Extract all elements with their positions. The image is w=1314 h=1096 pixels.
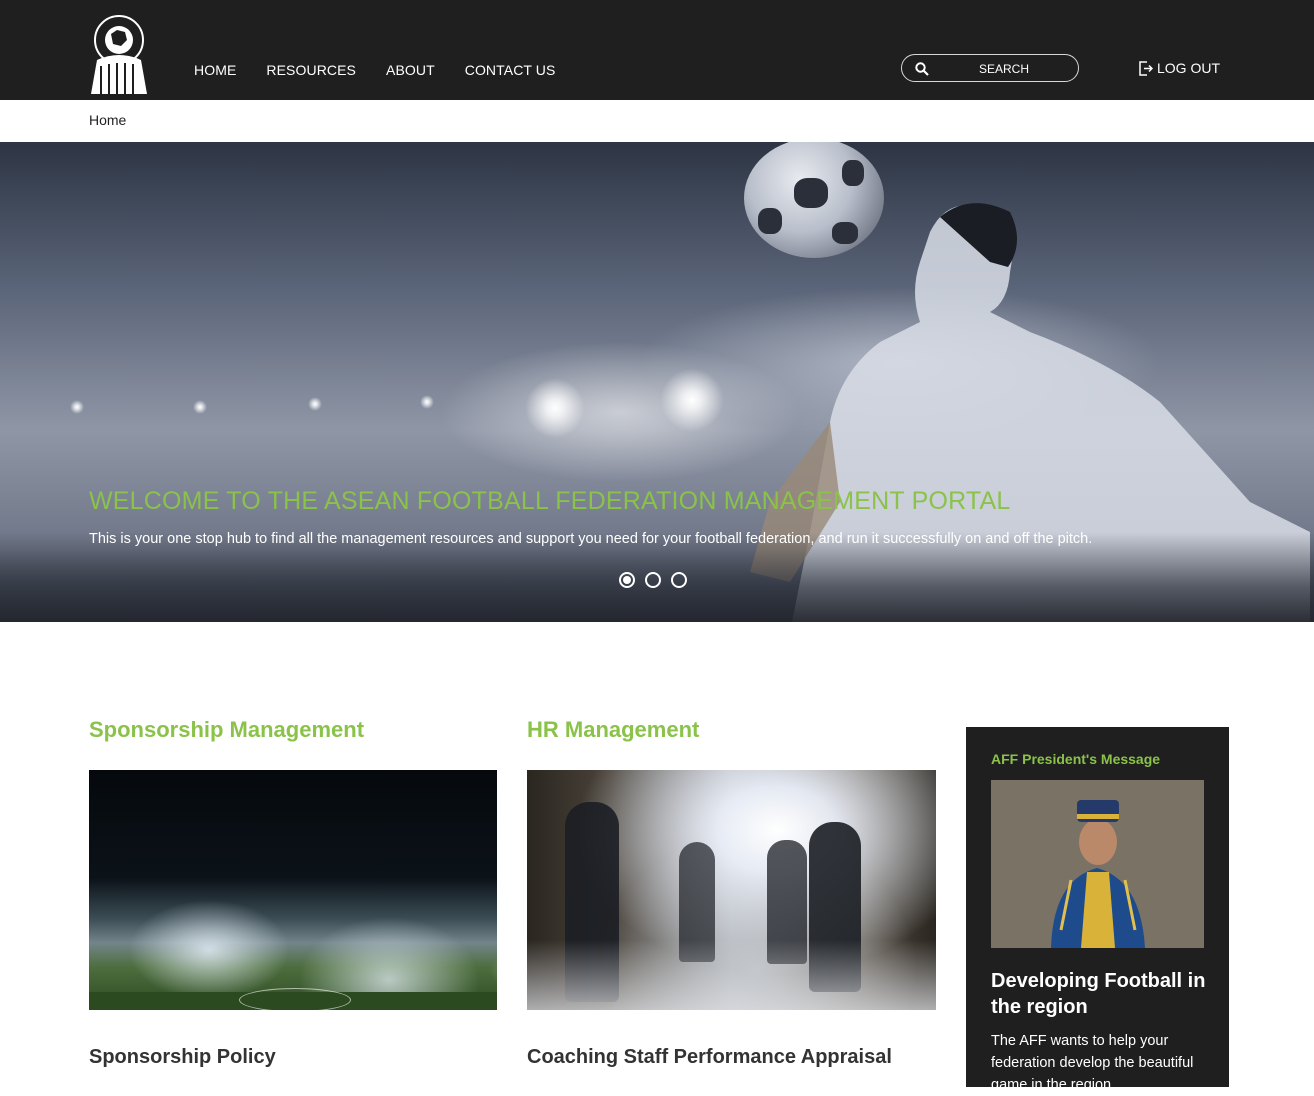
carousel-dot-3[interactable] [671,572,687,588]
nav-contact-us[interactable]: CONTACT US [465,62,556,78]
stadium-light [70,400,84,414]
top-header: HOME RESOURCES ABOUT CONTACT US LOG OUT [0,0,1314,100]
sidebar-title: AFF President's Message [991,751,1161,767]
nav-home[interactable]: HOME [194,62,236,78]
stadium-light [420,395,434,409]
hero-title: WELCOME TO THE ASEAN FOOTBALL FEDERATION… [89,487,1011,515]
president-portrait[interactable] [991,780,1204,948]
football-ball [744,142,884,258]
nav-resources[interactable]: RESOURCES [266,62,356,78]
logout-button[interactable]: LOG OUT [1138,60,1220,76]
sidebar-text: The AFF wants to help your federation de… [991,1033,1194,1093]
president-message-panel: AFF President's Message Developing Footb… [966,727,1229,1093]
ball-patch [832,222,858,244]
sponsorship-image[interactable] [89,770,497,1010]
section-title-sponsorship[interactable]: Sponsorship Management [89,717,364,743]
coaching-appraisal-link[interactable]: Coaching Staff Performance Appraisal [527,1046,892,1069]
ball-patch [842,160,864,186]
search-input[interactable] [942,58,1066,80]
stadium-light [193,400,207,414]
sidebar-heading[interactable]: Developing Football in the region [991,968,1206,1020]
carousel-dot-2[interactable] [645,572,661,588]
president-figure [991,780,1204,948]
main-nav: HOME RESOURCES ABOUT CONTACT US [194,62,585,78]
carousel-dots [619,572,687,588]
aff-logo[interactable] [87,14,151,96]
hero-subtitle: This is your one stop hub to find all th… [89,531,1093,547]
breadcrumb[interactable]: Home [89,112,126,128]
hero-carousel: WELCOME TO THE ASEAN FOOTBALL FEDERATION… [0,142,1314,622]
nav-about[interactable]: ABOUT [386,62,435,78]
carousel-dot-1[interactable] [619,572,635,588]
section-title-hr[interactable]: HR Management [527,717,699,743]
stadium-light [308,397,322,411]
ball-patch [794,178,828,208]
fog [527,940,936,1010]
logout-icon [1139,60,1153,76]
ball-patch [758,208,782,234]
search-box[interactable] [901,54,1079,82]
search-icon[interactable] [915,62,929,76]
hr-image[interactable] [527,770,936,1010]
sponsorship-policy-link[interactable]: Sponsorship Policy [89,1046,276,1069]
logout-label: LOG OUT [1157,60,1221,76]
stadium-light [525,378,585,438]
pitch-circle [239,988,351,1010]
